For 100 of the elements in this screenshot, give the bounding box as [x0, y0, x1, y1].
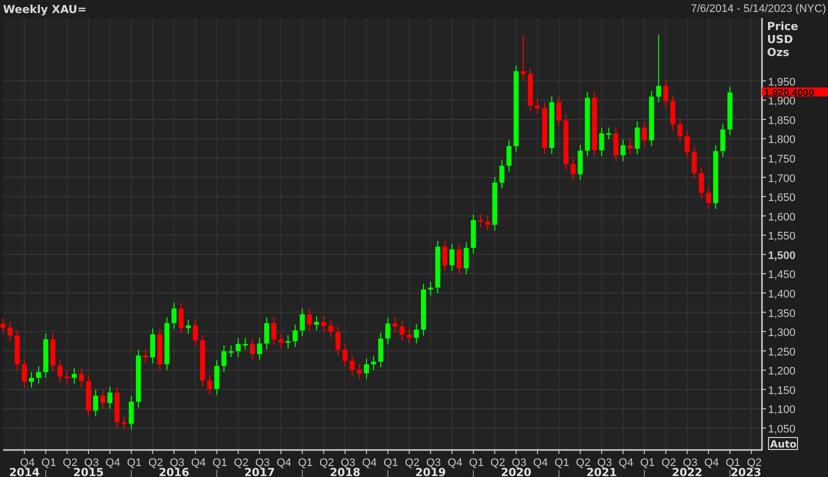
x-tick-label: Q4: [362, 457, 377, 469]
x-tick-label: Q2: [404, 457, 420, 469]
x-tick-label: Q2: [234, 457, 249, 469]
x-tick-label: Q4: [106, 457, 120, 469]
price-tick: 1,450: [762, 269, 796, 282]
x-tick-label: Q1: [126, 457, 142, 469]
y-tick-label: 1,400: [768, 288, 796, 301]
x-tick-label: Q4: [704, 457, 719, 469]
x-tick-label: Q3: [255, 457, 270, 469]
quarter-tick: Q3: [340, 450, 356, 469]
y-tick-label: 1,550: [768, 230, 796, 243]
year-label: 2019: [415, 466, 446, 477]
quarter-tick: Q2: [576, 450, 591, 469]
x-tick-label: Q3: [84, 457, 99, 469]
quarter-tick: Q2: [234, 450, 249, 469]
price-tick: 1,350: [762, 308, 796, 320]
y-tick-label: 1,800: [768, 134, 796, 146]
last-price-badge: 1,920.4000: [762, 87, 828, 99]
x-tick-label: Q4: [618, 457, 634, 469]
price-tick: 1,500: [762, 250, 796, 262]
year-label: 2020: [500, 466, 532, 477]
price-tick: 1,100: [762, 404, 796, 416]
x-tick-label: Q3: [340, 457, 356, 469]
quarter-tick: Q2: [746, 450, 762, 469]
quarter-tick: Q1: [384, 450, 398, 469]
year-label: 2021: [586, 466, 617, 477]
quarter-tick: Q1: [554, 450, 570, 469]
x-tick-label: Q2: [576, 457, 591, 469]
year-label: 2016: [158, 466, 190, 477]
quarter-tick: Q4: [191, 450, 206, 469]
year-label: 2018: [330, 466, 360, 477]
x-tick-label: Q2: [148, 457, 164, 469]
quarter-tick: Q3: [512, 450, 526, 469]
date-range: 7/6/2014 - 5/14/2023 (NYC): [690, 3, 826, 15]
price-tick: 1,650: [762, 192, 796, 204]
price-tick: 1,050: [762, 424, 796, 436]
x-tick-label: Q2: [746, 457, 762, 469]
x-tick-label: Q2: [62, 457, 78, 469]
year-label: 2014: [9, 466, 40, 477]
x-tick-label: Q3: [170, 457, 184, 469]
x-tick-label: Q4: [191, 457, 206, 469]
quarter-tick: Q4: [533, 450, 548, 469]
x-tick-label: Q4: [276, 457, 292, 469]
x-tick-label: Q2: [661, 457, 676, 469]
quarter-tick: Q4: [618, 450, 634, 469]
y-tick-label: 1,150: [768, 384, 796, 397]
quarter-tick: Q4: [106, 450, 120, 469]
quarter-tick: Q4: [362, 450, 377, 469]
y-tick-label: 1,850: [768, 114, 796, 127]
y-tick-label: 1,950: [768, 76, 796, 88]
y-tick-label: 1,450: [768, 269, 796, 282]
y-tick-label: 1,600: [768, 211, 796, 224]
y-tick-label: 1,700: [768, 172, 796, 185]
price-tick: 1,250: [762, 346, 796, 358]
chart-title: Weekly XAU=: [3, 2, 87, 16]
x-tick-label: Q4: [533, 457, 548, 469]
year-label: 2017: [244, 466, 275, 477]
x-tick-label: Q1: [469, 457, 484, 469]
quarter-tick: Q3: [170, 450, 184, 469]
quarter-tick: Q3: [255, 450, 270, 469]
x-tick-label: Q4: [448, 457, 462, 469]
x-tick-label: Q1: [384, 457, 398, 469]
price-tick: 1,800: [762, 134, 796, 146]
year-label: 2023: [730, 466, 762, 477]
axis-heading: Price: [767, 20, 798, 33]
x-tick-label: Q3: [512, 457, 526, 469]
price-tick: 1,750: [762, 154, 796, 166]
quarter-tick: Q1: [726, 450, 740, 469]
x-tick-label: Q2: [490, 457, 506, 469]
price-tick: 1,550: [762, 230, 796, 243]
quarter-tick: Q1: [298, 450, 313, 469]
y-tick-label: 1,350: [768, 308, 796, 320]
quarter-tick: Q1: [469, 450, 484, 469]
quarter-tick: Q1: [212, 450, 228, 469]
price-tick: 1,300: [762, 327, 796, 340]
x-tick-label: Q1: [298, 457, 313, 469]
y-tick-label: 1,200: [768, 366, 796, 378]
quarter-tick: Q2: [404, 450, 420, 469]
y-tick-label: 1,300: [768, 327, 796, 340]
auto-button[interactable]: Auto: [768, 437, 798, 450]
quarter-tick: Q1: [126, 450, 142, 469]
quarter-tick: Q3: [426, 450, 441, 469]
y-tick-label: 1,750: [768, 154, 796, 166]
price-tick: 1,700: [762, 172, 796, 185]
x-tick-label: Q1: [640, 457, 655, 469]
x-tick-label: Q3: [426, 457, 441, 469]
quarter-tick: Q2: [319, 450, 334, 469]
price-tick: 1,600: [762, 211, 796, 224]
y-tick-label: 1,250: [768, 346, 796, 358]
price-tick: 1,400: [762, 288, 796, 301]
quarter-tick: Q1: [41, 450, 56, 469]
price-tick: 1,150: [762, 384, 796, 397]
x-tick-label: Q1: [41, 457, 56, 469]
quarter-tick: Q2: [62, 450, 78, 469]
quarter-tick: Q4: [276, 450, 292, 469]
year-label: 2022: [672, 466, 702, 477]
quarter-tick: Q4: [704, 450, 719, 469]
quarter-tick: Q3: [682, 450, 698, 469]
y-tick-label: 1,500: [768, 250, 796, 262]
quarter-tick: Q2: [148, 450, 163, 469]
